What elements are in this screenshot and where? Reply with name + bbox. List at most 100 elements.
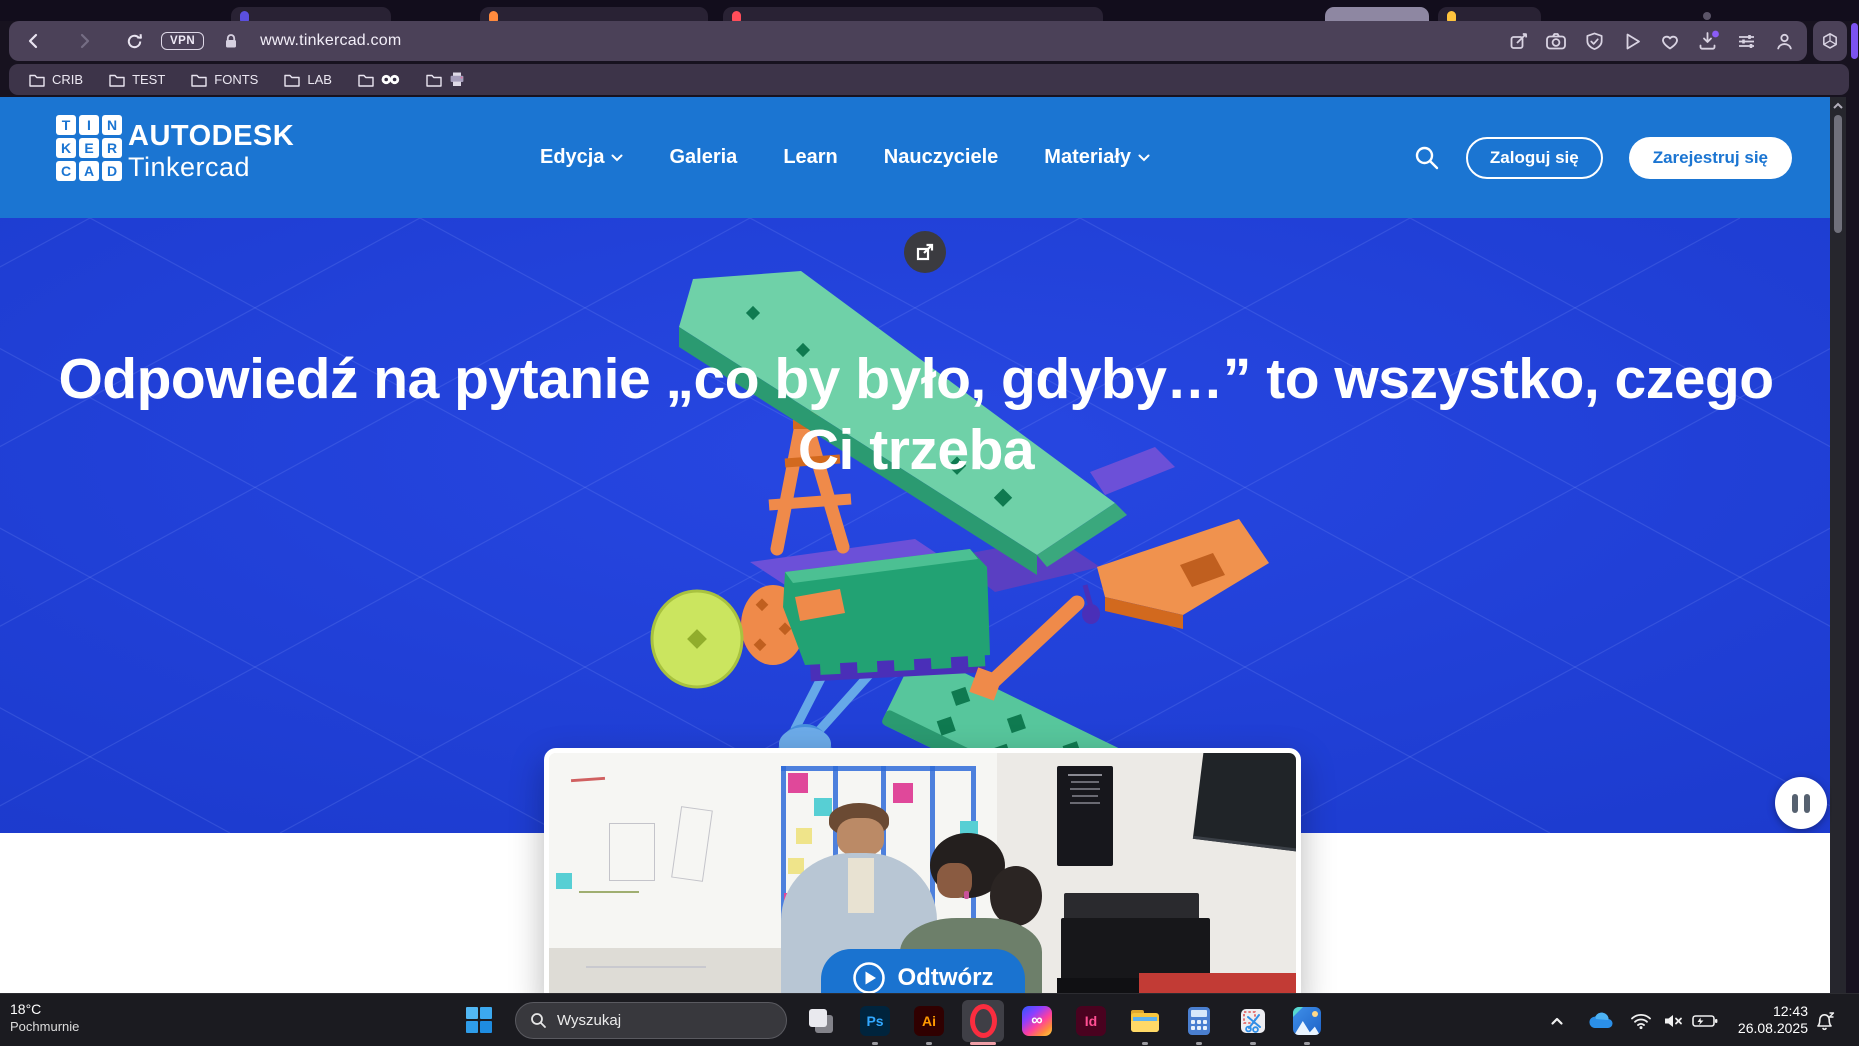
sticky-note — [556, 873, 572, 889]
lock-icon[interactable] — [214, 24, 248, 58]
nav-galeria[interactable]: Galeria — [669, 146, 737, 169]
tray-chevron-button[interactable] — [1548, 994, 1566, 1046]
folder-icon — [426, 73, 442, 87]
logo-cell: R — [102, 138, 122, 158]
register-button[interactable]: Zarejestruj się — [1629, 137, 1792, 179]
back-icon[interactable] — [17, 24, 51, 58]
clock-time: 12:43 — [1726, 1003, 1808, 1020]
app-snipping-tool[interactable] — [1232, 1000, 1274, 1042]
bookmark-folder-lab[interactable]: LAB — [284, 72, 332, 87]
logo-cell: T — [56, 115, 76, 135]
app-indesign[interactable]: Id — [1070, 1000, 1112, 1042]
page-scrollbar[interactable] — [1830, 97, 1846, 993]
browser-tab-5[interactable] — [1438, 7, 1541, 21]
search-placeholder: Wyszukaj — [557, 1012, 621, 1029]
sliders-settings-icon[interactable] — [1729, 24, 1763, 58]
app-creative-cloud[interactable]: ∞ — [1016, 1000, 1058, 1042]
bookmark-label: CRIB — [52, 72, 83, 87]
running-indicator — [1142, 1042, 1148, 1045]
bookmark-folder-fonts[interactable]: FONTS — [191, 72, 258, 87]
bookmark-folder-goggles[interactable] — [358, 73, 400, 87]
extension-button[interactable] — [1813, 21, 1847, 61]
nav-learn[interactable]: Learn — [783, 146, 837, 169]
running-indicator — [926, 1042, 932, 1045]
app-illustrator[interactable]: Ai — [908, 1000, 950, 1042]
heart-icon[interactable] — [1653, 24, 1687, 58]
taskbar-search[interactable]: Wyszukaj — [515, 1002, 787, 1039]
shield-check-icon[interactable] — [1577, 24, 1611, 58]
new-tab-button[interactable] — [1703, 12, 1711, 20]
pause-button[interactable] — [1775, 777, 1827, 829]
tab-favicon — [1447, 11, 1456, 21]
file-explorer-icon — [1130, 1008, 1160, 1034]
nav-edycja[interactable]: Edycja — [540, 146, 623, 169]
download-icon[interactable] — [1691, 24, 1725, 58]
hero-headline-line1: Odpowiedź na pytanie „co by było, gdyby…… — [0, 344, 1832, 415]
brand-wordmark[interactable]: AUTODESK Tinkercad — [128, 121, 294, 183]
bookmark-folder-test[interactable]: TEST — [109, 72, 165, 87]
bookmark-folder-crib[interactable]: CRIB — [29, 72, 83, 87]
person-boy-undershirt — [848, 858, 874, 913]
windows-logo-icon — [480, 1021, 492, 1033]
browser-tab-2[interactable] — [480, 7, 708, 21]
nav-nauczyciele[interactable]: Nauczyciele — [884, 146, 999, 169]
task-view-icon — [807, 1007, 835, 1035]
reload-icon[interactable] — [117, 24, 151, 58]
address-bar-url[interactable]: www.tinkercad.com — [260, 32, 401, 50]
scrollbar-thumb[interactable] — [1834, 115, 1842, 233]
app-calculator[interactable] — [1178, 1000, 1220, 1042]
person-boy-face — [837, 818, 884, 856]
start-button[interactable] — [466, 1007, 493, 1034]
sticky-note — [788, 773, 808, 793]
folder-icon — [358, 73, 374, 87]
profile-icon[interactable] — [1767, 24, 1801, 58]
board-tape — [781, 766, 971, 771]
red-toolbox — [1139, 973, 1296, 993]
send-icon[interactable] — [1615, 24, 1649, 58]
onedrive-tray-icon[interactable] — [1588, 994, 1614, 1046]
sidebar-accent-pill[interactable] — [1851, 23, 1858, 59]
photoshop-icon: Ps — [860, 1006, 890, 1036]
login-button[interactable]: Zaloguj się — [1466, 137, 1603, 179]
pinboard-icon[interactable] — [1501, 24, 1535, 58]
cube-icon — [1820, 31, 1840, 52]
nav-materialy[interactable]: Materiały — [1044, 146, 1150, 169]
browser-tab-3[interactable] — [723, 7, 1103, 21]
volume-muted-tray-icon[interactable] — [1662, 994, 1684, 1046]
play-video-button[interactable]: Odtwórz film — [821, 949, 1025, 993]
sticky-note — [893, 783, 913, 803]
illustrator-icon: Ai — [914, 1006, 944, 1036]
video-thumbnail-card[interactable]: Odtwórz film — [544, 748, 1301, 993]
open-in-new-button[interactable] — [904, 231, 946, 273]
tinkercad-logo[interactable]: T I N K E R C A D — [56, 115, 122, 181]
taskbar-clock[interactable]: 12:43 26.08.2025 — [1726, 1003, 1808, 1037]
snapshot-camera-icon[interactable] — [1539, 24, 1573, 58]
app-opera-active[interactable] — [962, 1000, 1004, 1042]
browser-toolbar: VPN www.tinkercad.com — [9, 21, 1807, 61]
goggles-favicon-icon — [381, 74, 400, 85]
app-file-explorer[interactable] — [1124, 1000, 1166, 1042]
forward-icon[interactable] — [67, 24, 101, 58]
tv-screen — [1193, 748, 1301, 852]
search-icon[interactable] — [1413, 144, 1440, 171]
battery-tray-icon[interactable] — [1692, 994, 1718, 1046]
app-photos[interactable] — [1286, 1000, 1328, 1042]
windows-logo-icon — [466, 1007, 478, 1019]
task-view-button[interactable] — [800, 1000, 842, 1042]
wifi-tray-icon[interactable] — [1630, 994, 1652, 1046]
browser-tab-active[interactable] — [1325, 7, 1429, 21]
volume-muted-icon — [1662, 1012, 1684, 1030]
notification-bell-button[interactable] — [1814, 994, 1836, 1046]
browser-tab-strip — [0, 0, 1859, 21]
vpn-badge[interactable]: VPN — [161, 32, 204, 50]
weather-temperature: 18°C — [10, 1001, 79, 1018]
browser-tab-1[interactable] — [231, 7, 391, 21]
folder-icon — [109, 73, 125, 87]
app-photoshop[interactable]: Ps — [854, 1000, 896, 1042]
creative-cloud-icon: ∞ — [1022, 1006, 1052, 1036]
scroll-up-arrow[interactable] — [1830, 99, 1846, 113]
weather-condition: Pochmurnie — [10, 1018, 79, 1035]
weather-widget[interactable]: 18°C Pochmurnie — [10, 1001, 79, 1035]
nav-label: Materiały — [1044, 146, 1131, 169]
bookmark-folder-printer[interactable] — [426, 72, 465, 87]
